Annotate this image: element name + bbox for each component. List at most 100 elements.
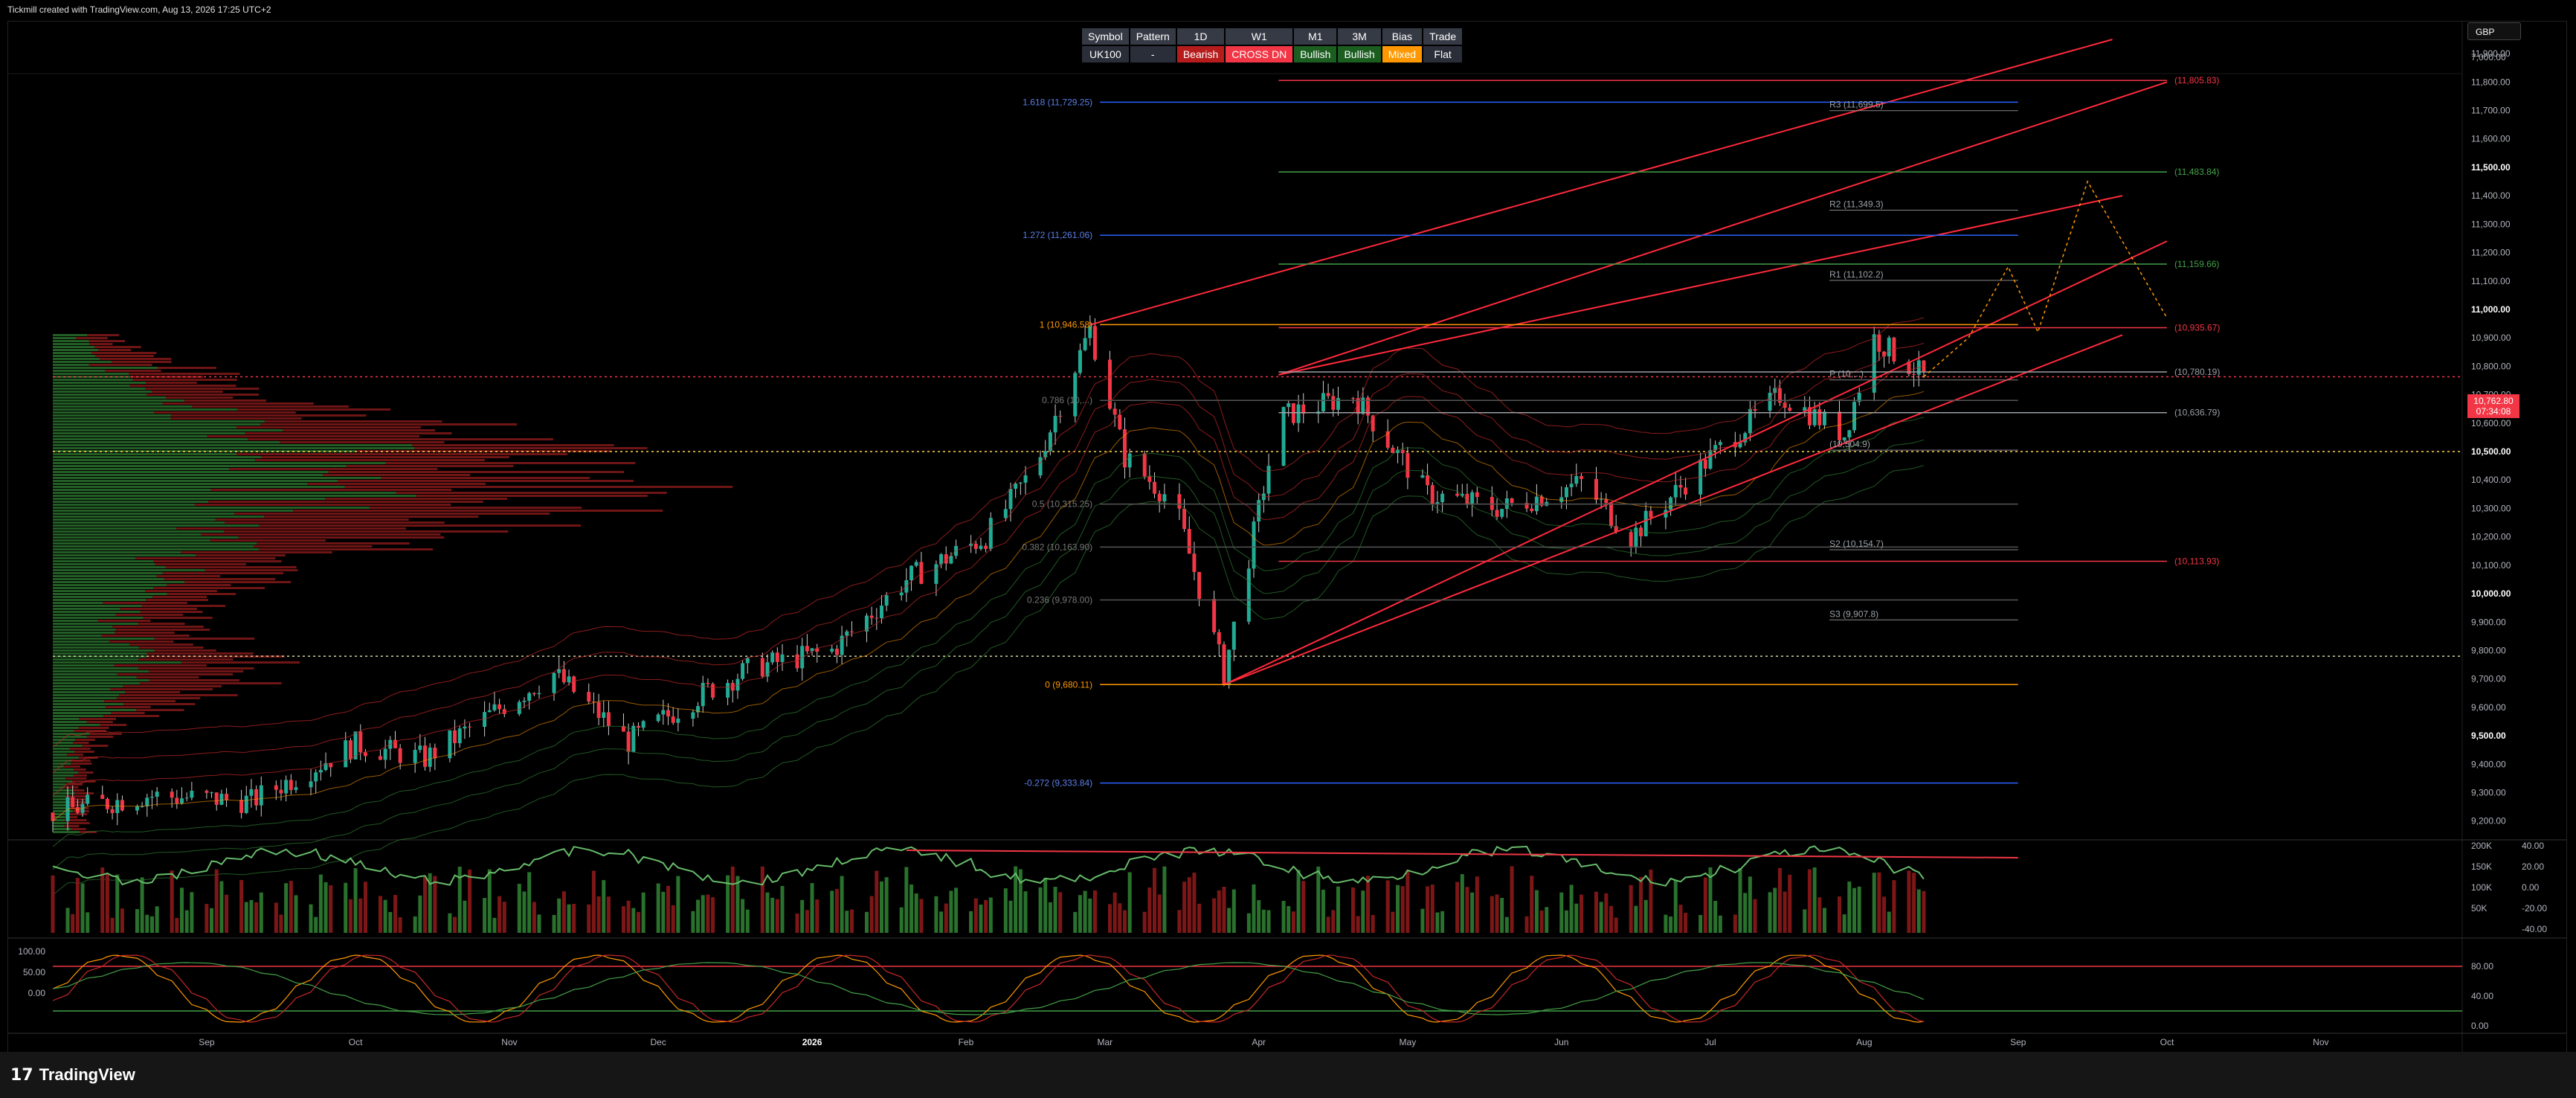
volume-bar [1807,869,1812,933]
volume-profile-bar [53,694,120,696]
x-tick-label: Sep [2010,1037,2026,1047]
volume-bar [944,903,948,933]
candle-body [1817,409,1822,426]
candle-body [1187,529,1191,554]
candle-body [1038,457,1043,476]
channel-line [1223,240,2168,686]
volume-bar [730,866,735,933]
fib-level-label: 1.618 (11,729.25) [1023,97,1092,107]
currency-button[interactable]: GBP [2467,22,2521,40]
candle-body [1008,489,1013,510]
volume-bar [1316,866,1321,933]
candle-body [561,669,566,683]
candle-body [1753,408,1757,411]
volume-profile-bar [53,447,415,449]
volume-profile-bar [53,626,113,628]
candle-body [348,740,352,760]
volume-bar [214,869,219,933]
volume-bar [294,895,298,933]
candle-body [1475,492,1479,498]
volume-profile-bar [135,557,276,559]
x-tick-label: Nov [501,1037,517,1047]
candle-body [1162,494,1167,502]
volume-bar [1107,904,1112,933]
volume-bar [741,899,745,933]
volume-bar [1614,917,1618,933]
volume-bar [1252,884,1256,933]
volume-bar [1420,908,1425,933]
volume-profile-bar [53,780,73,783]
candle-body [75,807,80,813]
volume-bar [527,872,532,933]
candle-body [741,663,745,679]
projection-path [1923,180,2168,378]
volume-profile-bar [71,828,86,830]
y-tick-label: 11,200.00 [2471,248,2511,258]
volume-bar [1336,886,1340,933]
candle-body [552,672,556,693]
chart-attribution: Tickmill created with TradingView.com, A… [7,4,271,15]
volume-bar [1088,898,1092,933]
volume-profile-bar [140,611,203,613]
volume-profile-bar [292,510,663,512]
volume-bar [532,902,536,933]
volume-bar [1643,899,1648,933]
volume-bar [1326,916,1330,933]
volume-profile-bar [53,533,202,536]
volume-bar [1817,897,1822,933]
volume-profile-bar [123,685,222,687]
volume-bar [899,907,904,933]
candle-body [1847,430,1852,437]
volume-bar [363,882,367,933]
channel-line [1223,334,2123,686]
candle-body [522,700,527,702]
volume-profile-bar [148,670,244,672]
volume-bar [1524,916,1529,933]
volume-bar [1822,908,1826,933]
volume-profile-bar [53,402,163,405]
volume-bar [1356,916,1360,933]
volume-profile-bar [53,334,88,336]
candle-body [532,693,536,695]
candle-body [1177,494,1182,509]
volume-profile-bar [210,539,326,542]
zone-label: (10,636.79) [2174,408,2220,418]
volume-profile-bar [53,516,265,518]
volume-profile-bar [245,432,452,434]
volume-profile-bar [53,736,87,738]
momentum-axis-label: -20.00 [2522,903,2547,914]
x-tick-label: Apr [1252,1037,1266,1047]
volume-bar [1892,880,1896,933]
candle-body [1708,450,1713,469]
momentum-axis-label: -40.00 [2522,924,2547,934]
volume-bar [1634,905,1638,933]
volume-profile-bar [53,596,152,598]
table-header-5: 3M [1338,28,1381,45]
volume-profile-bar [53,673,117,675]
volume-profile-bar [156,575,221,577]
volume-profile-bar [71,762,92,765]
chart-frame[interactable]: 7,000.00 11,900.00 11,800.00 11,700.00 11,60… [7,21,2567,1053]
volume-bar [552,914,556,933]
volume-bar [1460,874,1464,933]
volume-profile-bar [53,483,308,485]
volume-bar [1197,903,1202,933]
candle-body [289,780,293,790]
volume-profile-bar [53,417,171,420]
candle-body [1266,466,1271,494]
candle-body [1768,392,1772,411]
volume-bar [120,908,124,933]
volume-bar [602,880,606,933]
volume-profile-bar [53,801,68,803]
candle-body [249,789,254,796]
volume-bar [1231,889,1236,933]
volume-profile-bar [88,364,152,366]
volume-profile-bar [154,411,296,414]
tradingview-logo[interactable]: 17 TradingView [10,1065,135,1085]
price-chart-svg[interactable]: 7,000.0011,900.0011,800.0011,700.0011,60… [8,22,2566,1053]
volume-bar [1777,867,1782,933]
volume-bar [105,873,109,933]
candle-body [453,730,457,744]
volume-profile-bar [53,712,112,714]
y-tick-label: 10,500.00 [2471,446,2511,457]
